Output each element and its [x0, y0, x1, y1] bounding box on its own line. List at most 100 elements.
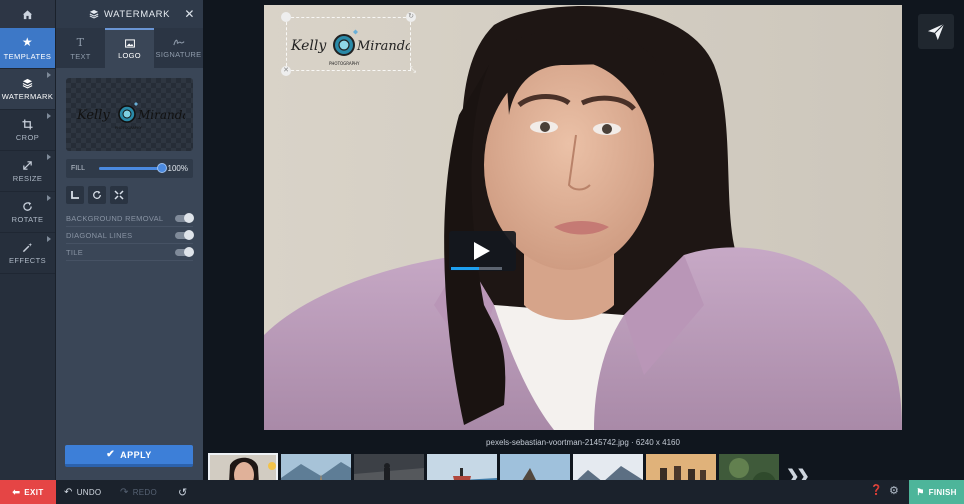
svg-text:PHOTOGRAPHY: PHOTOGRAPHY	[329, 61, 360, 66]
resize-icon	[23, 160, 32, 170]
fill-label: FILL	[71, 165, 86, 172]
apply-label: APPLY	[120, 449, 152, 460]
editor-app: ★ TEMPLATES WATERMARK CROP RESIZE ROTATE…	[0, 0, 964, 504]
panel-title: WATERMARK	[103, 8, 171, 20]
tab-text[interactable]: T TEXT	[56, 28, 105, 68]
svg-text:Kelly: Kelly	[76, 108, 110, 123]
background-removal-toggle[interactable]	[175, 213, 194, 223]
diagonal-lines-toggle[interactable]	[175, 230, 194, 240]
nav-resize-label: RESIZE	[12, 173, 43, 183]
video-progress[interactable]	[451, 267, 502, 270]
logo-preview-image: Kelly Miranda PHOTOGRAPHY	[76, 101, 185, 130]
reset-button[interactable]: ↺	[178, 480, 188, 504]
logo-preview[interactable]: Kelly Miranda PHOTOGRAPHY	[66, 78, 193, 151]
check-icon: ✔	[106, 449, 116, 460]
layers-icon	[22, 78, 33, 89]
scale-handle-icon[interactable]: ⤡	[410, 65, 416, 75]
svg-text:Miranda: Miranda	[356, 39, 410, 54]
option-tile: TILE	[66, 244, 194, 261]
nav-templates[interactable]: ★ TEMPLATES	[0, 28, 55, 69]
redo-icon: ↷	[120, 486, 129, 498]
play-icon	[474, 242, 490, 260]
center-logo-button[interactable]	[110, 186, 128, 204]
tab-signature-label: SIGNATURE	[155, 49, 202, 59]
panel-header: WATERMARK ✕	[56, 0, 203, 28]
watermark-tabs: T TEXT LOGO SIGNATURE	[56, 28, 203, 68]
delete-handle-icon[interactable]: ✕	[281, 66, 291, 76]
home-button[interactable]	[0, 0, 55, 28]
option-label: TILE	[66, 247, 84, 257]
undo-button[interactable]: ↶ UNDO	[64, 480, 101, 504]
option-diagonal-lines: DIAGONAL LINES	[66, 227, 194, 244]
home-icon	[22, 9, 33, 19]
resize-handle[interactable]	[281, 12, 291, 22]
fill-slider-track	[99, 167, 162, 170]
collapse-icon	[114, 190, 124, 200]
corner-position-button[interactable]	[66, 186, 84, 204]
exit-label: EXIT	[24, 487, 44, 497]
nav-watermark[interactable]: WATERMARK	[0, 69, 55, 110]
fill-control: FILL 100%	[66, 159, 193, 178]
redo-label: REDO	[132, 487, 158, 497]
video-play-button[interactable]	[449, 231, 516, 271]
image-icon	[124, 38, 135, 48]
paper-plane-icon	[927, 23, 945, 40]
nav-rotate[interactable]: ROTATE	[0, 192, 55, 233]
tab-signature[interactable]: SIGNATURE	[154, 28, 203, 68]
nav-effects[interactable]: EFFECTS	[0, 233, 55, 274]
apply-button[interactable]: ✔ APPLY	[65, 445, 193, 467]
star-icon: ★	[21, 35, 34, 49]
svg-text:Kelly: Kelly	[290, 38, 327, 54]
image-caption: pexels-sebastian-voortman-2145742.jpg · …	[486, 438, 680, 447]
logo-position-buttons	[66, 186, 193, 204]
nav-effects-label: EFFECTS	[9, 255, 46, 265]
rotate-icon	[23, 201, 32, 211]
help-icon[interactable]: ❓	[870, 485, 882, 496]
watermark-logo: Kelly Miranda PHOTOGRAPHY	[290, 29, 410, 66]
exit-button[interactable]: ⬅ EXIT	[0, 480, 56, 504]
option-background-removal: BACKGROUND REMOVAL	[66, 210, 194, 227]
expand-arrow-icon	[47, 154, 51, 160]
finish-label: FINISH	[928, 487, 957, 497]
rotate-handle-icon[interactable]: ↻	[406, 12, 416, 22]
nav-rotate-label: ROTATE	[11, 214, 44, 224]
finish-button[interactable]: ⚑ FINISH	[909, 480, 964, 504]
tab-logo-label: LOGO	[118, 50, 141, 60]
bottom-toolbar: ⬅ EXIT ↶ UNDO ↷ REDO ↺ ❓ ⚙ ⚑ FINISH	[0, 480, 964, 504]
nav-resize[interactable]: RESIZE	[0, 151, 55, 192]
expand-arrow-icon	[47, 195, 51, 201]
rotate-icon	[93, 190, 101, 199]
expand-arrow-icon	[47, 113, 51, 119]
rotate-logo-button[interactable]	[88, 186, 106, 204]
expand-arrow-icon	[47, 236, 51, 242]
svg-text:Miranda: Miranda	[137, 108, 185, 122]
layers-icon	[89, 9, 99, 19]
nav-crop-label: CROP	[15, 132, 40, 142]
main-image[interactable]: Kelly Miranda PHOTOGRAPHY ↻ ✕ ⤡	[264, 5, 902, 430]
fill-slider[interactable]	[99, 163, 167, 173]
nav-crop[interactable]: CROP	[0, 110, 55, 151]
gear-icon[interactable]: ⚙	[889, 484, 899, 497]
undo-label: UNDO	[76, 487, 102, 497]
left-nav: ★ TEMPLATES WATERMARK CROP RESIZE ROTATE…	[0, 0, 56, 480]
nav-templates-label: TEMPLATES	[3, 52, 52, 61]
redo-button[interactable]: ↷ REDO	[120, 480, 157, 504]
expand-arrow-icon	[47, 72, 51, 78]
watermark-selection[interactable]: Kelly Miranda PHOTOGRAPHY ↻ ✕ ⤡	[281, 12, 416, 76]
fill-slider-knob[interactable]	[156, 163, 167, 173]
history-icon: ↺	[178, 486, 188, 499]
text-icon: T	[76, 35, 85, 49]
crop-icon	[22, 118, 33, 130]
close-icon[interactable]: ✕	[184, 7, 195, 21]
tab-logo[interactable]: LOGO	[105, 28, 154, 68]
send-button[interactable]	[918, 14, 954, 49]
arrow-left-icon: ⬅	[12, 486, 21, 497]
fill-value: 100%	[167, 164, 188, 173]
undo-icon: ↶	[64, 486, 73, 498]
signature-icon	[172, 39, 185, 45]
tile-toggle[interactable]	[175, 247, 194, 257]
svg-text:PHOTOGRAPHY: PHOTOGRAPHY	[115, 126, 143, 130]
watermark-panel: WATERMARK ✕ T TEXT LOGO SIGNATURE Kelly	[56, 0, 203, 480]
nav-watermark-label: WATERMARK	[1, 91, 54, 101]
corner-icon	[71, 191, 79, 199]
